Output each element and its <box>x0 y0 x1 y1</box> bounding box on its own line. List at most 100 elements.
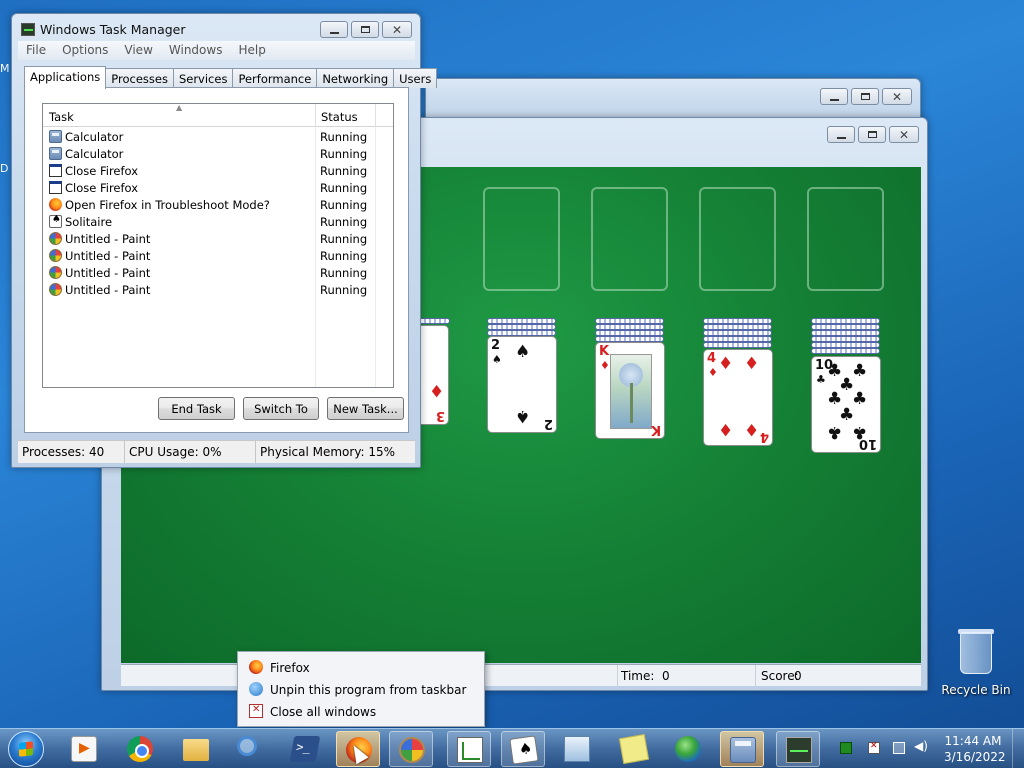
task-status: Running <box>320 198 368 212</box>
taskbar-search-app[interactable] <box>228 731 272 767</box>
card-rank: K <box>599 344 610 359</box>
chart-editor-icon <box>457 737 483 763</box>
card-suit-pip: ♣ <box>852 361 868 381</box>
table-row[interactable]: Untitled - Paint Running <box>43 230 393 247</box>
maximize-button[interactable] <box>851 88 879 105</box>
desktop-icon-label-partial-d: D <box>0 162 9 175</box>
menu-view[interactable]: View <box>116 41 160 60</box>
menu-windows[interactable]: Windows <box>161 41 231 60</box>
recycle-bin[interactable]: Recycle Bin <box>940 629 1012 700</box>
tableau-card[interactable]: K ♦ K <box>595 342 665 439</box>
table-row[interactable]: Calculator Running <box>43 128 393 145</box>
close-button[interactable]: ✕ <box>889 126 919 143</box>
calculator-icon <box>49 147 62 160</box>
switch-to-button[interactable]: Switch To <box>243 397 319 420</box>
close-button[interactable]: ✕ <box>882 88 912 105</box>
minimize-button[interactable] <box>820 88 848 105</box>
jump-item-unpin[interactable]: Unpin this program from taskbar <box>238 679 484 700</box>
powershell-icon <box>289 736 321 762</box>
tab-processes[interactable]: Processes <box>105 68 174 88</box>
table-row[interactable]: Close Firefox Running <box>43 179 393 196</box>
tab-services[interactable]: Services <box>172 68 234 88</box>
column-header-status[interactable]: Status <box>321 110 358 124</box>
tab-performance[interactable]: Performance <box>232 68 318 88</box>
card-suit-pip: ♦ <box>718 354 734 374</box>
task-status: Running <box>320 164 368 178</box>
clock-date: 3/16/2022 <box>944 750 1006 764</box>
task-name: Calculator <box>65 147 124 161</box>
minimize-icon <box>829 98 839 101</box>
maximize-button[interactable] <box>858 126 886 143</box>
window-icon <box>49 181 62 194</box>
calculator-icon <box>49 130 62 143</box>
close-button[interactable]: ✕ <box>382 21 412 38</box>
tab-networking[interactable]: Networking <box>316 68 395 88</box>
task-list-body: Calculator Running Calculator Running Close … <box>43 128 393 298</box>
volume-icon[interactable]: ◀) <box>914 739 928 753</box>
table-row[interactable]: Untitled - Paint Running <box>43 264 393 281</box>
end-task-button[interactable]: End Task <box>158 397 235 420</box>
system-clock[interactable]: 11:44 AM 3/16/2022 <box>944 733 1006 765</box>
table-row[interactable]: Open Firefox in Troubleshoot Mode? Runnin… <box>43 196 393 213</box>
taskbar-powershell[interactable] <box>283 731 327 767</box>
new-task-button[interactable]: New Task... <box>327 397 404 420</box>
paint-icon <box>49 266 62 279</box>
card-suit-pip: ♦ <box>428 380 444 400</box>
paint-icon <box>399 737 425 763</box>
task-list[interactable]: ▲ Task Status Calculator Running Calculato… <box>42 103 394 388</box>
maximize-icon <box>860 93 870 100</box>
foundation-slot[interactable] <box>483 187 560 291</box>
column-header-task[interactable]: Task <box>49 110 74 124</box>
taskbar-document-app[interactable] <box>555 731 599 767</box>
task-name: Untitled - Paint <box>65 266 151 280</box>
firefox-icon <box>49 198 62 211</box>
tableau-card[interactable]: 2 ♠ ♠ ♠ 2 <box>487 336 557 433</box>
foundation-slot[interactable] <box>699 187 776 291</box>
physical-memory: Physical Memory: 15% <box>260 445 396 459</box>
table-row[interactable]: Solitaire Running <box>43 213 393 230</box>
tab-applications[interactable]: Applications <box>24 66 107 89</box>
start-button[interactable] <box>8 731 44 767</box>
menu-help[interactable]: Help <box>230 41 273 60</box>
menu-options[interactable]: Options <box>54 41 116 60</box>
table-row[interactable]: Close Firefox Running <box>43 162 393 179</box>
card-rank: 3 <box>435 408 445 423</box>
taskbar-paint[interactable] <box>389 731 433 767</box>
menu-file[interactable]: File <box>18 41 54 60</box>
solitaire-icon <box>509 735 539 765</box>
table-row[interactable]: Untitled - Paint Running <box>43 281 393 298</box>
taskbar-explorer[interactable] <box>174 731 218 767</box>
taskbar-chart-app[interactable] <box>447 731 491 767</box>
taskbar-globe-app[interactable] <box>666 731 710 767</box>
tab-users[interactable]: Users <box>393 68 438 88</box>
minimize-button[interactable] <box>827 126 855 143</box>
table-row[interactable]: Untitled - Paint Running <box>43 247 393 264</box>
foundation-slot[interactable] <box>807 187 884 291</box>
taskbar-media-player[interactable] <box>62 731 106 767</box>
show-desktop-button[interactable] <box>1012 729 1024 768</box>
taskbar-calculator[interactable] <box>720 731 764 767</box>
tableau-card[interactable]: 4 ♦ ♦ ♦ ♦ ♦ 4 <box>703 349 773 446</box>
taskbar-task-manager[interactable] <box>776 731 820 767</box>
action-center-icon[interactable] <box>868 741 880 754</box>
maximize-button[interactable] <box>351 21 379 38</box>
minimize-button[interactable] <box>320 21 348 38</box>
taskbar-sticky-notes[interactable] <box>612 731 656 767</box>
sort-ascending-icon: ▲ <box>176 103 183 112</box>
magnifier-icon <box>237 736 257 756</box>
window-icon <box>49 164 62 177</box>
tableau-card[interactable]: 10 ♣ ♣ ♣ ♣ ♣ ♣ ♣ ♣ ♣ 10 <box>811 356 881 453</box>
network-icon[interactable] <box>893 742 905 754</box>
task-name: Calculator <box>65 130 124 144</box>
foundation-slot[interactable] <box>591 187 668 291</box>
king-illustration <box>610 354 652 429</box>
jump-item-close-all[interactable]: Close all windows <box>238 701 484 722</box>
task-manager-window[interactable]: Windows Task Manager ✕ File Options View… <box>11 13 438 468</box>
taskbar-chrome[interactable] <box>118 731 162 767</box>
taskbar-solitaire[interactable] <box>501 731 545 767</box>
cpu-usage: CPU Usage: 0% <box>125 441 256 463</box>
tray-app-icon[interactable] <box>840 742 852 754</box>
jump-item-firefox[interactable]: Firefox <box>238 657 484 678</box>
sticky-notes-icon <box>618 733 650 765</box>
table-row[interactable]: Calculator Running <box>43 145 393 162</box>
